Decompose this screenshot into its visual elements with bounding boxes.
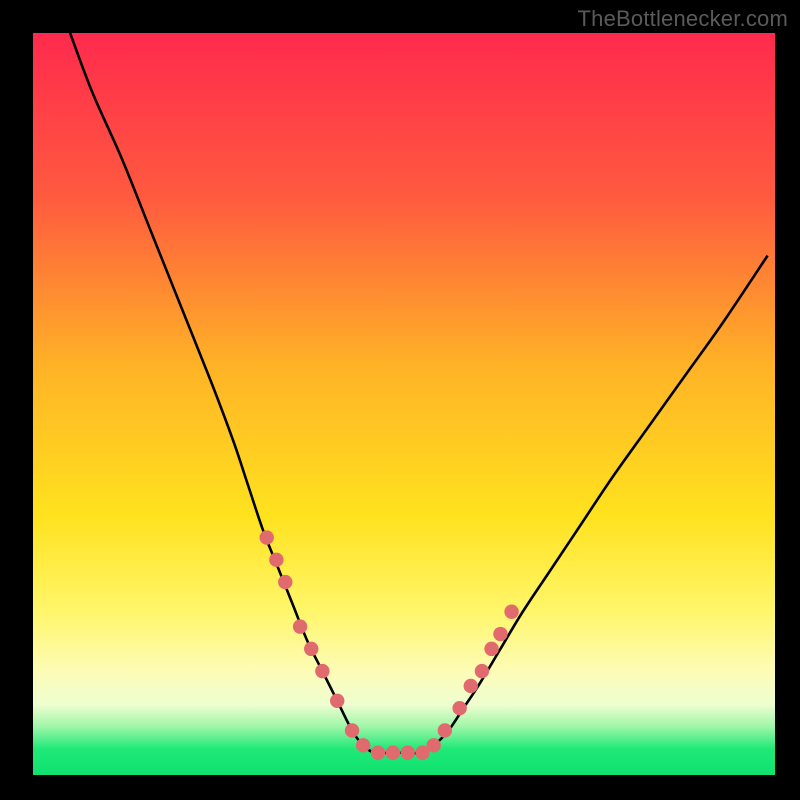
curve-marker bbox=[464, 679, 478, 693]
curve-marker bbox=[315, 664, 329, 678]
curve-marker bbox=[269, 553, 283, 567]
curve-marker bbox=[386, 746, 400, 760]
curve-marker bbox=[345, 723, 359, 737]
plot-area bbox=[33, 33, 775, 775]
curve-marker bbox=[401, 746, 415, 760]
curve-marker bbox=[484, 642, 498, 656]
curve-marker bbox=[493, 627, 507, 641]
curve-marker bbox=[260, 530, 274, 544]
curve-marker bbox=[293, 619, 307, 633]
curve-marker bbox=[426, 738, 440, 752]
curve-marker bbox=[304, 642, 318, 656]
curve-marker bbox=[452, 701, 466, 715]
bottleneck-chart bbox=[33, 33, 775, 775]
curve-marker bbox=[475, 664, 489, 678]
chart-frame: TheBottlenecker.com bbox=[0, 0, 800, 800]
curve-marker bbox=[504, 605, 518, 619]
curve-marker bbox=[438, 723, 452, 737]
curve-marker bbox=[371, 746, 385, 760]
curve-marker bbox=[278, 575, 292, 589]
curve-marker bbox=[356, 738, 370, 752]
curve-marker bbox=[330, 694, 344, 708]
watermark-text: TheBottlenecker.com bbox=[578, 6, 788, 32]
